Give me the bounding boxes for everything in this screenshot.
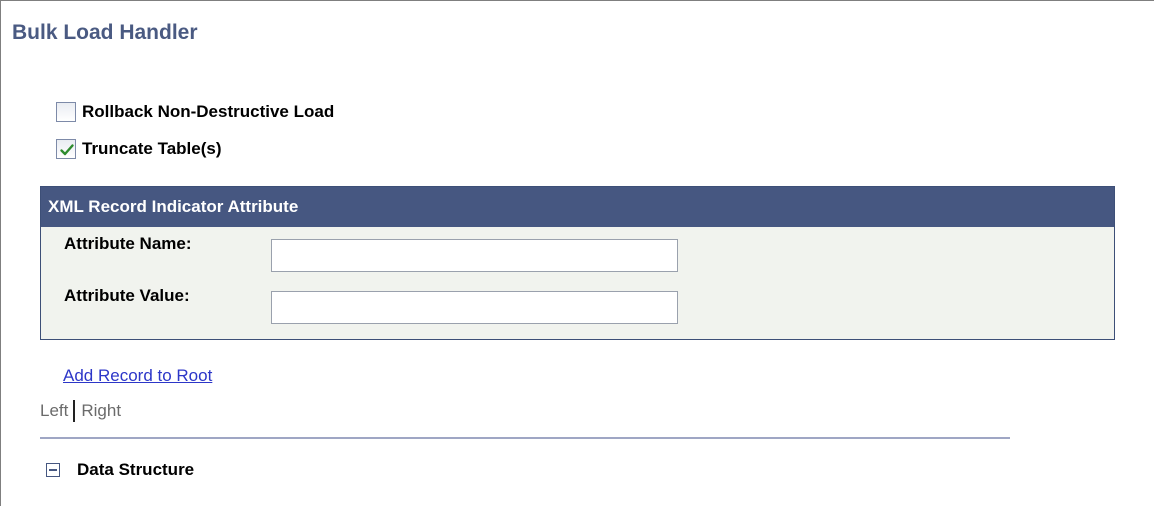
rollback-checkbox[interactable] [56,102,76,122]
attribute-name-input[interactable] [271,239,678,272]
truncate-option[interactable]: Truncate Table(s) [56,139,222,159]
xml-record-indicator-group: XML Record Indicator Attribute Attribute… [40,186,1115,340]
attribute-value-label: Attribute Value: [64,286,190,305]
rollback-option[interactable]: Rollback Non-Destructive Load [56,102,334,122]
data-structure-section[interactable]: Data Structure [46,460,194,480]
page-container: Bulk Load Handler Rollback Non-Destructi… [0,0,1154,506]
group-header: XML Record Indicator Attribute [41,187,1114,227]
divider [40,437,1010,439]
truncate-checkbox[interactable] [56,139,76,159]
add-record-to-root-link[interactable]: Add Record to Root [63,366,212,386]
checkmark-icon [60,144,74,156]
left-right-toggle: Left Right [40,400,121,422]
separator [73,400,76,422]
page-title: Bulk Load Handler [12,21,198,44]
attribute-name-label: Attribute Name: [64,234,192,253]
data-structure-label: Data Structure [77,460,195,479]
left-link[interactable]: Left [40,401,68,421]
collapse-icon[interactable] [46,463,60,477]
rollback-label: Rollback Non-Destructive Load [82,102,335,121]
attribute-value-input[interactable] [271,291,678,324]
truncate-label: Truncate Table(s) [82,139,222,158]
right-link[interactable]: Right [81,401,121,421]
